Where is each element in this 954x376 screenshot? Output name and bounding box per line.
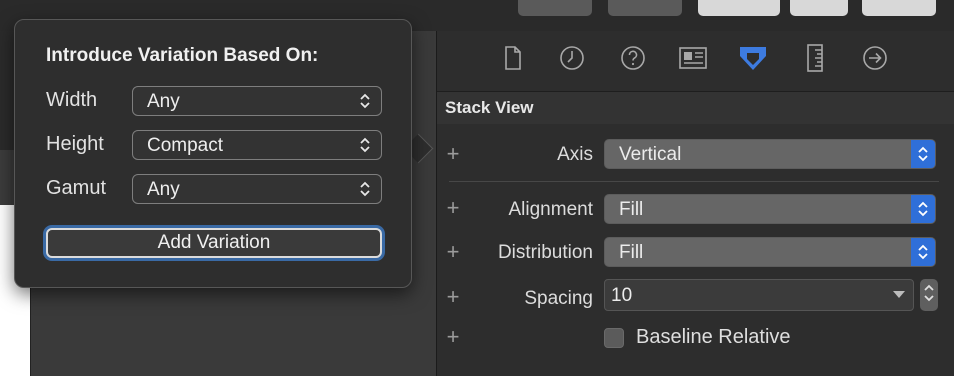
chevron-updown-icon bbox=[358, 134, 372, 156]
attributes-inspector: Stack View + Axis Vertical + Alignment F… bbox=[437, 31, 954, 376]
connections-arrow-icon bbox=[862, 45, 888, 76]
spacing-label: Spacing bbox=[524, 288, 593, 309]
height-label: Height bbox=[46, 133, 104, 155]
height-value: Compact bbox=[147, 135, 224, 156]
gamut-value: Any bbox=[147, 179, 180, 200]
axis-popup[interactable]: Vertical bbox=[604, 139, 936, 169]
tab-identity-inspector[interactable] bbox=[679, 46, 707, 74]
add-baseline-variation-button[interactable]: + bbox=[444, 326, 462, 348]
separator bbox=[449, 181, 939, 182]
toolbar-button[interactable] bbox=[518, 0, 592, 16]
alignment-label: Alignment bbox=[508, 199, 594, 220]
spacing-value: 10 bbox=[611, 285, 633, 306]
variation-popover: Introduce Variation Based On: Width Any … bbox=[14, 19, 412, 288]
alignment-popup[interactable]: Fill bbox=[604, 194, 936, 224]
tab-size-inspector[interactable] bbox=[801, 43, 829, 77]
identity-card-icon bbox=[679, 46, 707, 74]
axis-label: Axis bbox=[557, 144, 593, 165]
toolbar-panel-toggle-right[interactable] bbox=[862, 0, 936, 16]
tab-connections-inspector[interactable] bbox=[861, 45, 889, 76]
width-label: Width bbox=[46, 89, 98, 111]
inspector-tab-bar bbox=[437, 31, 954, 92]
clock-icon bbox=[559, 45, 585, 76]
dropdown-arrow-icon[interactable] bbox=[893, 291, 905, 298]
chevron-updown-icon bbox=[911, 140, 935, 168]
section-title: Stack View bbox=[445, 98, 534, 117]
tab-attributes-inspector[interactable] bbox=[739, 46, 767, 74]
spacing-stepper[interactable] bbox=[920, 279, 938, 311]
spacing-combo-box[interactable]: 10 bbox=[604, 279, 914, 311]
popover-title: Introduce Variation Based On: bbox=[46, 45, 319, 66]
ruler-icon bbox=[806, 43, 824, 77]
toolbar-panel-toggle-left[interactable] bbox=[698, 0, 780, 16]
width-value: Any bbox=[147, 91, 180, 112]
attributes-icon bbox=[738, 43, 768, 78]
baseline-relative-checkbox[interactable] bbox=[604, 328, 624, 348]
chevron-updown-icon bbox=[911, 195, 935, 223]
chevron-updown-icon bbox=[358, 90, 372, 112]
stepper-icon bbox=[923, 280, 935, 311]
chevron-updown-icon bbox=[911, 238, 935, 266]
tab-quick-help[interactable] bbox=[619, 45, 647, 76]
toolbar-panel-toggle-bottom[interactable] bbox=[790, 0, 848, 16]
gamut-label: Gamut bbox=[46, 177, 107, 199]
height-select[interactable]: Compact bbox=[132, 130, 382, 160]
gamut-select[interactable]: Any bbox=[132, 174, 382, 204]
tab-file-inspector[interactable] bbox=[499, 45, 527, 75]
alignment-value: Fill bbox=[619, 199, 644, 220]
baseline-relative-label: Baseline Relative bbox=[636, 326, 791, 348]
chevron-updown-icon bbox=[358, 178, 372, 200]
distribution-label: Distribution bbox=[497, 242, 593, 263]
distribution-popup[interactable]: Fill bbox=[604, 237, 936, 267]
tab-history-inspector[interactable] bbox=[558, 45, 586, 76]
toolbar-back-button[interactable] bbox=[608, 0, 682, 16]
width-select[interactable]: Any bbox=[132, 86, 382, 116]
add-variation-button[interactable]: Add Variation bbox=[46, 228, 382, 258]
file-icon bbox=[503, 45, 523, 75]
distribution-value: Fill bbox=[619, 242, 644, 263]
help-icon bbox=[620, 45, 646, 76]
axis-value: Vertical bbox=[619, 144, 682, 165]
